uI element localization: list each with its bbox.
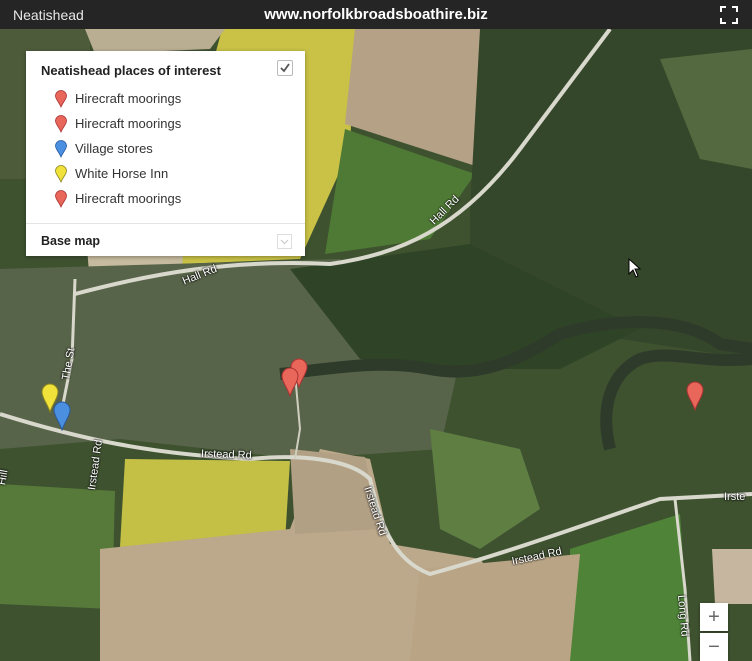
fullscreen-icon[interactable] bbox=[720, 6, 738, 24]
site-title: www.norfolkbroadsboathire.biz bbox=[264, 6, 488, 23]
legend-item-label: Hirecraft moorings bbox=[75, 191, 182, 206]
map-pin-icon bbox=[55, 140, 67, 158]
map-pin-icon[interactable] bbox=[281, 367, 299, 397]
map-pin-icon bbox=[55, 190, 67, 208]
base-map-toggle[interactable]: Base map bbox=[41, 234, 100, 248]
map-pin-icon[interactable] bbox=[686, 381, 704, 411]
legend-item-label: White Horse Inn bbox=[75, 166, 169, 181]
legend-item-label: Village stores bbox=[75, 141, 153, 156]
legend-item-label: Hirecraft moorings bbox=[75, 116, 182, 131]
road-label-irstead-rd: Irstead Rd bbox=[200, 448, 252, 462]
legend-item[interactable]: Hirecraft moorings bbox=[26, 113, 305, 138]
legend-list: Hirecraft moorings Hirecraft moorings Vi… bbox=[26, 88, 305, 213]
checkbox-icon[interactable] bbox=[277, 60, 293, 76]
map-pin-icon bbox=[55, 90, 67, 108]
map-pin-icon bbox=[55, 165, 67, 183]
map-header: Neatishead www.norfolkbroadsboathire.biz bbox=[0, 0, 752, 29]
zoom-out-button[interactable]: − bbox=[700, 633, 728, 661]
legend-item[interactable]: Hirecraft moorings bbox=[26, 188, 305, 213]
map-pin-icon[interactable] bbox=[53, 401, 71, 431]
legend-item[interactable]: Village stores bbox=[26, 138, 305, 163]
legend-item-label: Hirecraft moorings bbox=[75, 91, 182, 106]
map-pin-icon bbox=[55, 115, 67, 133]
legend-title: Neatishead places of interest bbox=[41, 63, 221, 78]
mouse-cursor-icon bbox=[628, 258, 642, 278]
legend-item[interactable]: White Horse Inn bbox=[26, 163, 305, 188]
legend-panel: Neatishead places of interest Hirecraft … bbox=[26, 51, 305, 256]
chevron-down-icon[interactable] bbox=[277, 234, 292, 249]
legend-item[interactable]: Hirecraft moorings bbox=[26, 88, 305, 113]
legend-divider bbox=[26, 223, 305, 224]
zoom-in-button[interactable]: + bbox=[700, 603, 728, 631]
road-label-irstead-rd: Irste bbox=[724, 491, 746, 503]
